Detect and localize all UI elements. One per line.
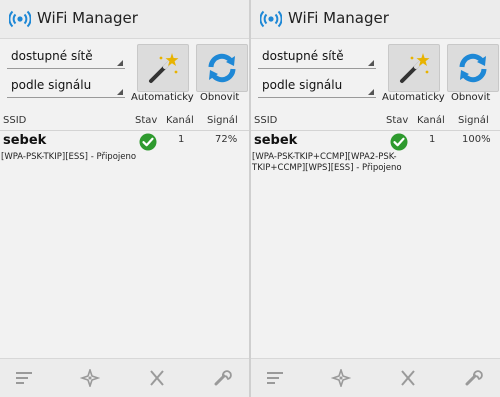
column-header: SSID Stav Kanál Signál: [0, 113, 249, 131]
refresh-button[interactable]: [447, 44, 499, 92]
column-ssid: SSID: [3, 115, 27, 126]
wrench-icon[interactable]: [464, 369, 484, 387]
bottom-action-bar: [0, 358, 249, 397]
refresh-button[interactable]: [196, 44, 248, 92]
column-channel: Kanál: [417, 115, 445, 126]
refresh-icon: [208, 53, 236, 83]
title-bar: WiFi Manager: [251, 0, 500, 39]
divider: [0, 130, 249, 131]
network-filter-value: dostupné sítě: [11, 49, 93, 63]
check-circle-icon: [390, 133, 408, 151]
network-channel: 1: [429, 134, 436, 145]
wrench-icon[interactable]: [213, 369, 233, 387]
bottom-action-bar: [251, 358, 500, 397]
network-filter-select[interactable]: dostupné sítě: [258, 46, 376, 69]
title-bar: WiFi Manager: [0, 0, 249, 39]
sort-select[interactable]: podle signálu: [7, 75, 125, 98]
screen-left: WiFi Manager dostupné sítě podle signálu…: [0, 0, 249, 397]
dropdown-caret-icon: [117, 60, 123, 66]
column-header: SSID Stav Kanál Signál: [251, 113, 500, 131]
wifi-icon: [9, 10, 31, 28]
refresh-button-label: Obnovit: [200, 92, 240, 103]
column-channel: Kanál: [166, 115, 194, 126]
network-filter-select[interactable]: dostupné sítě: [7, 46, 125, 69]
app-title: WiFi Manager: [37, 9, 138, 27]
screen-right: WiFi Manager dostupné sítě podle signálu…: [251, 0, 500, 397]
column-status: Stav: [386, 115, 409, 126]
filter-lines-icon[interactable]: [265, 369, 285, 387]
network-security: [WPA-PSK-TKIP+CCMP][WPA2-PSK-TKIP+CCMP][…: [252, 152, 402, 173]
auto-button-label: Automaticky: [131, 92, 194, 103]
network-security: [WPA-PSK-TKIP][ESS] - Připojeno: [1, 152, 137, 162]
compass-icon[interactable]: [80, 369, 100, 387]
network-signal: 72%: [215, 134, 238, 145]
column-ssid: SSID: [254, 115, 278, 126]
network-channel: 1: [178, 134, 185, 145]
column-signal: Signál: [458, 115, 489, 126]
sort-value: podle signálu: [262, 78, 343, 92]
divider: [251, 130, 500, 131]
dropdown-caret-icon: [117, 89, 123, 95]
wifi-icon: [260, 10, 282, 28]
network-signal: 100%: [462, 134, 491, 145]
network-ssid: sebek: [254, 133, 298, 148]
sort-value: podle signálu: [11, 78, 92, 92]
filter-lines-icon[interactable]: [14, 369, 34, 387]
dropdown-caret-icon: [368, 89, 374, 95]
network-filter-value: dostupné sítě: [262, 49, 344, 63]
dropdown-caret-icon: [368, 60, 374, 66]
magic-wand-icon: [400, 53, 430, 83]
column-signal: Signál: [207, 115, 238, 126]
close-icon[interactable]: [147, 369, 167, 387]
close-icon[interactable]: [398, 369, 418, 387]
auto-button[interactable]: [388, 44, 440, 92]
compass-icon[interactable]: [331, 369, 351, 387]
refresh-button-label: Obnovit: [451, 92, 491, 103]
sort-select[interactable]: podle signálu: [258, 75, 376, 98]
app-title: WiFi Manager: [288, 9, 389, 27]
refresh-icon: [459, 53, 487, 83]
magic-wand-icon: [149, 53, 179, 83]
check-circle-icon: [139, 133, 157, 151]
network-ssid: sebek: [3, 133, 47, 148]
column-status: Stav: [135, 115, 158, 126]
auto-button[interactable]: [137, 44, 189, 92]
auto-button-label: Automaticky: [382, 92, 445, 103]
